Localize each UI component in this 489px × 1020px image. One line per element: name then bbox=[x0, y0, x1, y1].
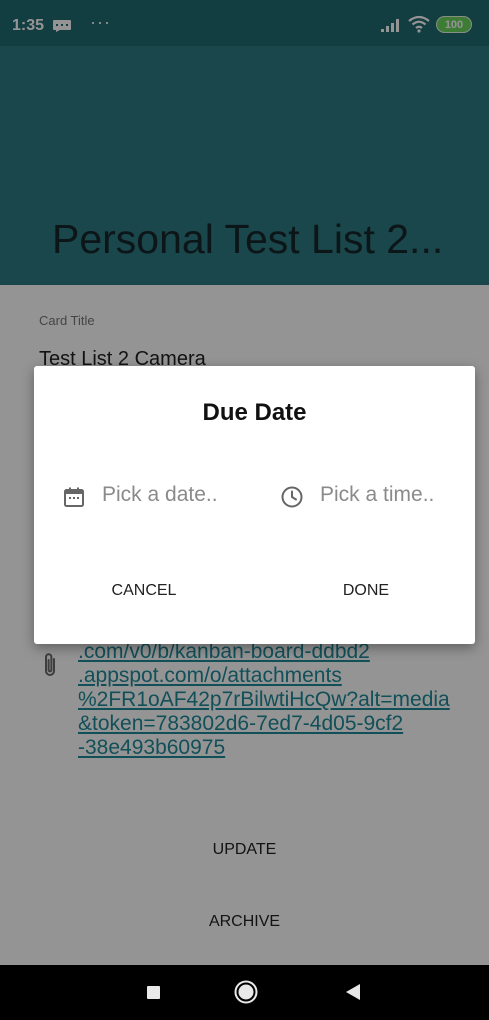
dialog-title: Due Date bbox=[202, 399, 307, 426]
cancel-button[interactable]: CANCEL bbox=[94, 574, 194, 608]
navigation-bar bbox=[0, 965, 489, 1020]
home-button[interactable] bbox=[234, 980, 258, 1004]
calendar-icon bbox=[64, 487, 84, 507]
clock-icon bbox=[281, 486, 303, 508]
screen: 1:35 ··· 100 Personal Test List 2... Car… bbox=[0, 0, 489, 1020]
back-button[interactable] bbox=[346, 984, 360, 1000]
done-button[interactable]: DONE bbox=[316, 574, 416, 608]
time-picker[interactable]: Pick a time.. bbox=[280, 481, 475, 515]
date-picker[interactable]: Pick a date.. bbox=[62, 481, 262, 515]
recent-apps-button[interactable] bbox=[147, 986, 160, 999]
date-picker-placeholder: Pick a date.. bbox=[102, 483, 218, 506]
time-picker-placeholder: Pick a time.. bbox=[320, 483, 435, 506]
due-date-dialog: Due Date Pick a date.. Pick a time.. CAN… bbox=[34, 366, 475, 644]
